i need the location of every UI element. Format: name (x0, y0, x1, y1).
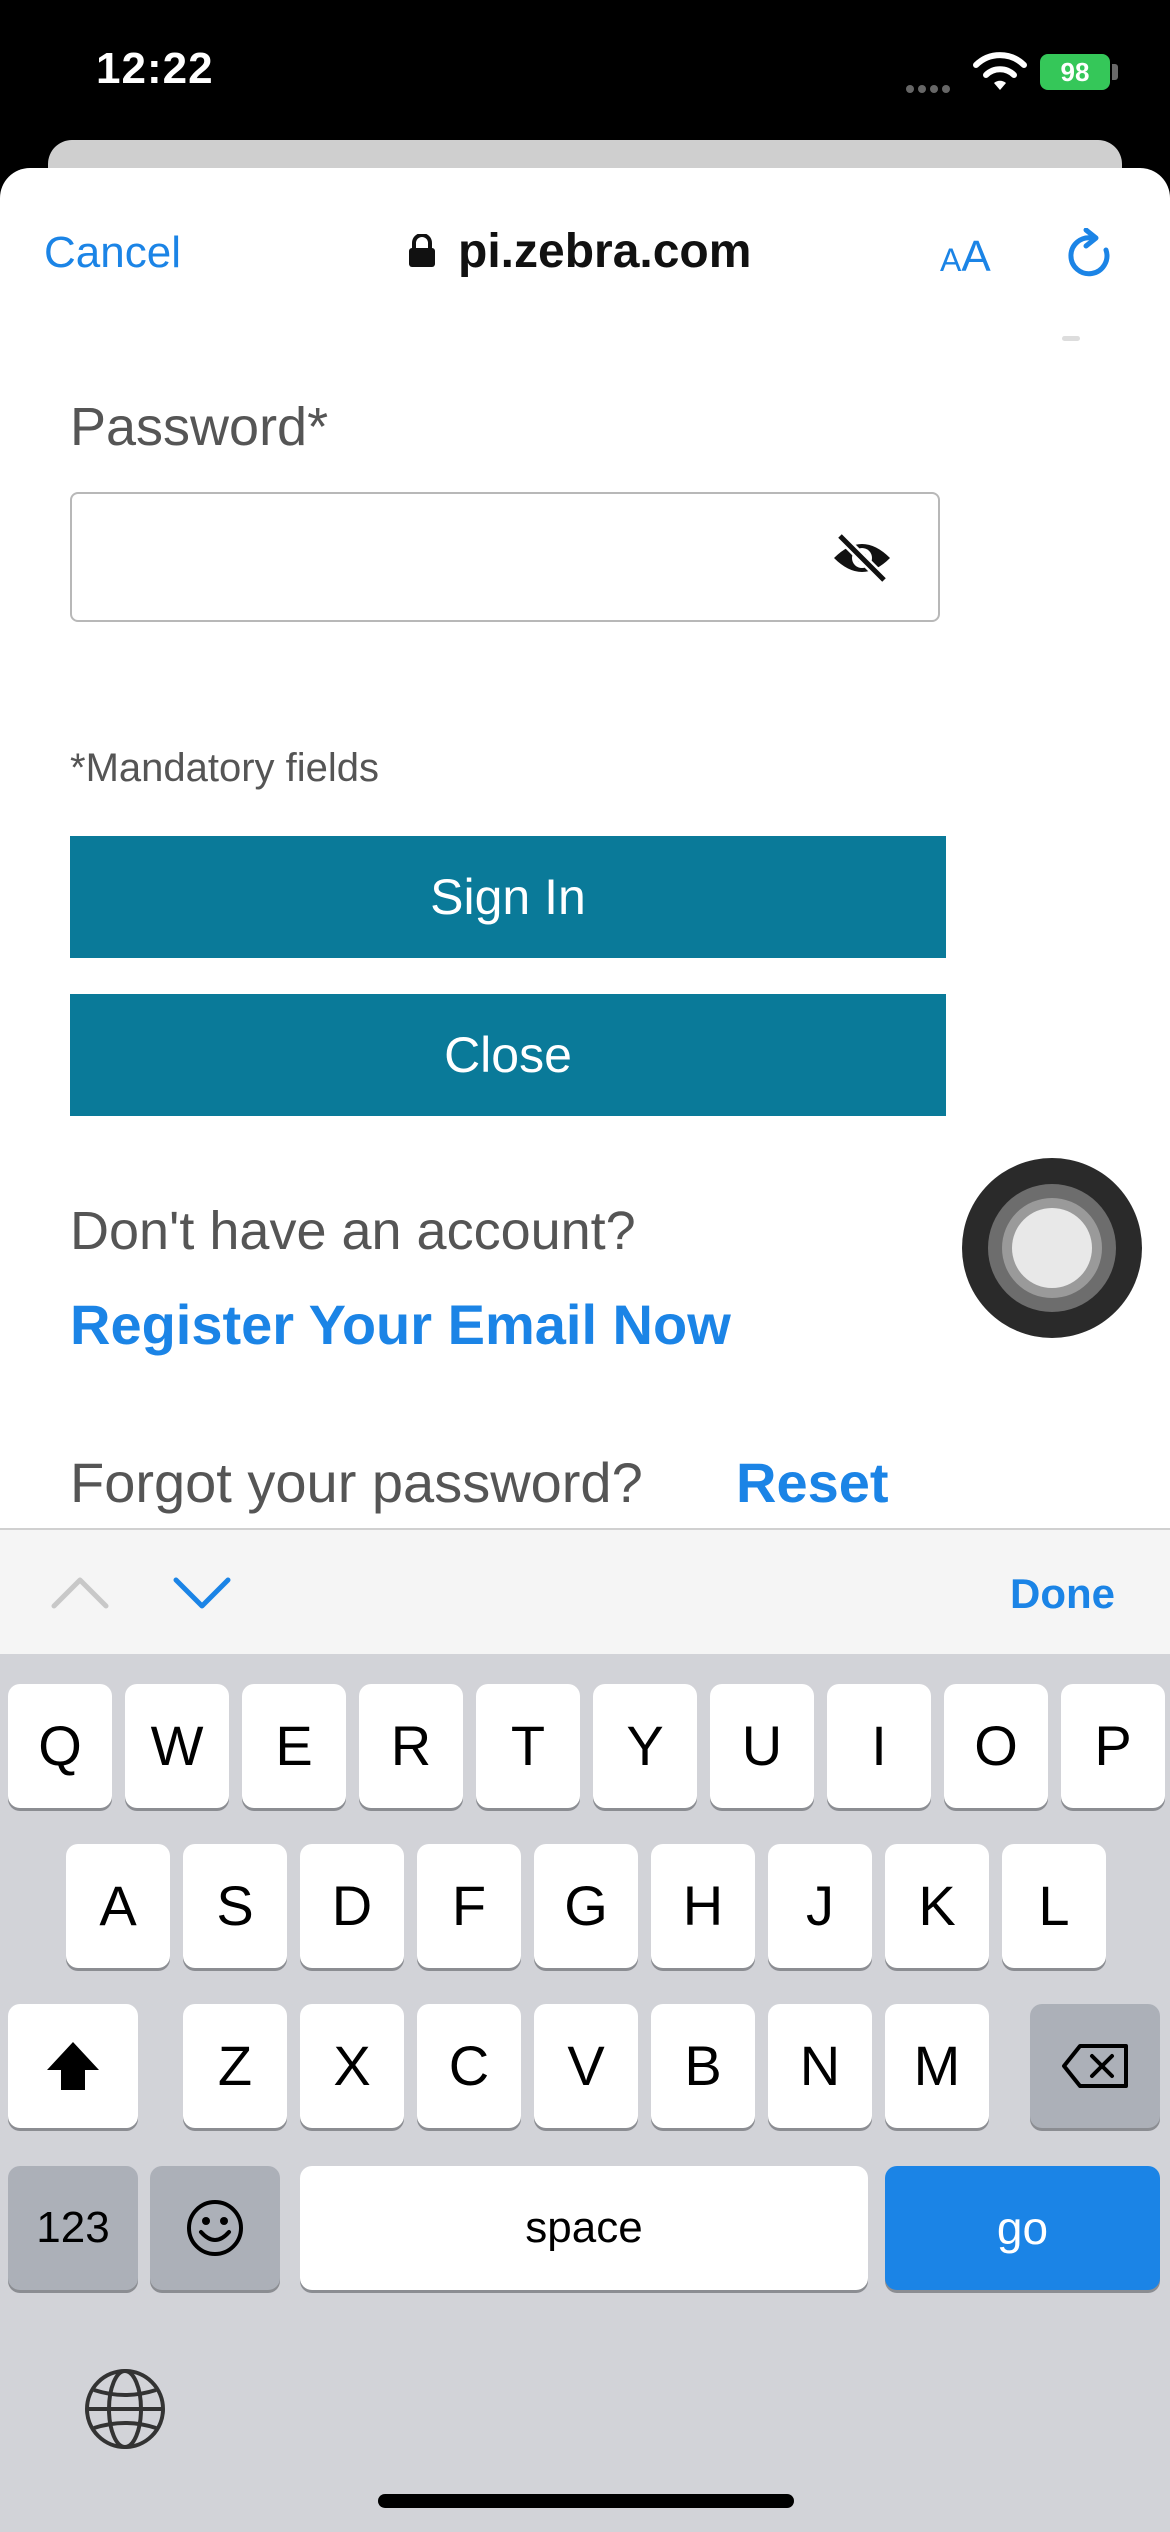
key-k[interactable]: K (885, 1844, 989, 1968)
keyboard-accessory-bar: Done (0, 1528, 1170, 1656)
key-r[interactable]: R (359, 1684, 463, 1808)
key-m[interactable]: M (885, 2004, 989, 2128)
battery-nub (1112, 64, 1118, 80)
key-o[interactable]: O (944, 1684, 1048, 1808)
key-j[interactable]: J (768, 1844, 872, 1968)
key-q[interactable]: Q (8, 1684, 112, 1808)
browser-nav-bar: Cancel pi.zebra.com AA (0, 168, 1170, 318)
scroll-indicator (1062, 336, 1080, 341)
numbers-key[interactable]: 123 (8, 2166, 138, 2290)
key-s[interactable]: S (183, 1844, 287, 1968)
key-b[interactable]: B (651, 2004, 755, 2128)
register-email-link[interactable]: Register Your Email Now (70, 1292, 731, 1357)
go-key[interactable]: go (885, 2166, 1160, 2290)
text-size-small: A (940, 242, 962, 278)
emoji-key[interactable] (150, 2166, 280, 2290)
next-field-chevron-down-icon[interactable] (172, 1572, 232, 1612)
key-x[interactable]: X (300, 2004, 404, 2128)
mandatory-note: *Mandatory fields (70, 746, 380, 790)
reload-icon[interactable] (1062, 228, 1118, 284)
keyboard: Q W E R T Y U I O P A S D F G H J K L Z … (0, 1654, 1170, 2532)
assistive-touch-button[interactable] (962, 1158, 1142, 1338)
key-g[interactable]: G (534, 1844, 638, 1968)
key-u[interactable]: U (710, 1684, 814, 1808)
globe-icon[interactable] (82, 2366, 168, 2452)
delete-key[interactable] (1030, 2004, 1160, 2128)
reset-password-link[interactable]: Reset (736, 1450, 889, 1515)
wifi-icon (973, 52, 1027, 90)
text-size-button[interactable]: AA (940, 232, 991, 282)
key-p[interactable]: P (1061, 1684, 1165, 1808)
cancel-button[interactable]: Cancel (44, 228, 181, 278)
emoji-icon (187, 2200, 243, 2256)
backspace-icon (1062, 2044, 1128, 2088)
key-d[interactable]: D (300, 1844, 404, 1968)
previous-field-chevron-up-icon[interactable] (50, 1572, 110, 1612)
browser-sheet: Cancel pi.zebra.com AA Password* *Mandat… (0, 168, 1170, 1530)
key-i[interactable]: I (827, 1684, 931, 1808)
status-bar: 12:22 98 (0, 0, 1170, 150)
password-field[interactable] (70, 492, 940, 622)
key-c[interactable]: C (417, 2004, 521, 2128)
space-key[interactable]: space (300, 2166, 868, 2290)
key-t[interactable]: T (476, 1684, 580, 1808)
text-size-large: A (961, 232, 991, 281)
key-a[interactable]: A (66, 1844, 170, 1968)
key-v[interactable]: V (534, 2004, 638, 2128)
forgot-password-text: Forgot your password? (70, 1451, 643, 1514)
key-e[interactable]: E (242, 1684, 346, 1808)
shift-icon (47, 2042, 99, 2090)
password-label: Password* (70, 397, 329, 457)
key-n[interactable]: N (768, 2004, 872, 2128)
no-account-text: Don't have an account? (70, 1201, 636, 1261)
url-address[interactable]: pi.zebra.com (458, 224, 751, 279)
status-time: 12:22 (96, 44, 214, 93)
done-button[interactable]: Done (1010, 1570, 1115, 1618)
home-indicator (378, 2494, 794, 2508)
key-h[interactable]: H (651, 1844, 755, 1968)
close-button[interactable]: Close (70, 994, 946, 1116)
sign-in-button[interactable]: Sign In (70, 836, 946, 958)
hide-password-icon[interactable] (830, 530, 894, 586)
key-y[interactable]: Y (593, 1684, 697, 1808)
cellular-signal-icon (906, 80, 956, 93)
key-w[interactable]: W (125, 1684, 229, 1808)
shift-key[interactable] (8, 2004, 138, 2128)
battery-icon: 98 (1040, 54, 1110, 90)
key-f[interactable]: F (417, 1844, 521, 1968)
key-z[interactable]: Z (183, 2004, 287, 2128)
key-l[interactable]: L (1002, 1844, 1106, 1968)
lock-icon (409, 234, 435, 267)
